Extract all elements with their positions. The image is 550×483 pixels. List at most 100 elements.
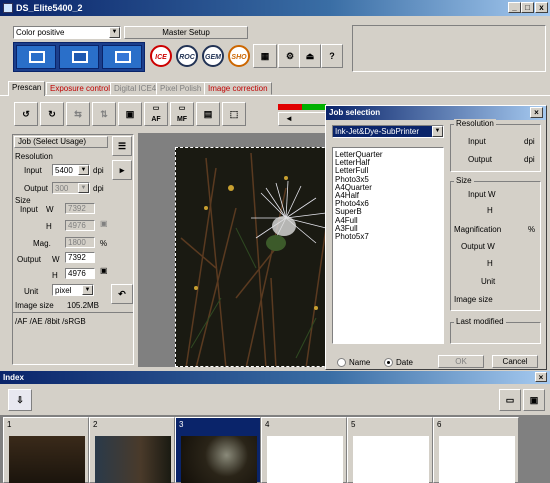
resolution-group [450, 124, 541, 172]
output-resolution-select[interactable]: 300 ▼ [52, 182, 90, 194]
dialog-input-w-label: Input W [468, 190, 496, 199]
ok-button[interactable]: OK [438, 355, 484, 368]
film-strip-icon[interactable]: ▭ [499, 389, 521, 411]
chevron-down-icon: ▼ [432, 126, 443, 137]
gem-icon: GEM [202, 45, 224, 67]
select-area-icon[interactable]: ⬚ [222, 102, 246, 126]
scan-button-group [13, 42, 145, 72]
dialog-input-h-label: H [487, 206, 493, 215]
frame-image [267, 436, 343, 483]
color-mode-select[interactable]: Color positive ▼ [13, 26, 121, 39]
tab-digital-ice4[interactable]: Digital ICE4 [110, 82, 161, 95]
fit-window-icon[interactable]: ▤ [196, 102, 220, 126]
manual-focus-button[interactable]: ▭ MF [170, 102, 194, 126]
tab-prescan[interactable]: Prescan [8, 81, 46, 96]
input-width-field[interactable]: 7392 [65, 203, 95, 214]
help-button[interactable]: ? [321, 44, 343, 68]
dialog-output-h-label: H [487, 259, 493, 268]
roc-icon: ROC [176, 45, 198, 67]
crop-icon[interactable]: ▣ [118, 102, 142, 126]
input-res-label: Input [24, 166, 42, 175]
gem-button[interactable]: GEM [200, 42, 226, 70]
minimize-button[interactable]: _ [508, 2, 521, 13]
mag-label: Mag. [33, 239, 51, 248]
frame-image [353, 436, 429, 483]
sho-button[interactable]: SHO [226, 42, 252, 70]
frame-image [9, 436, 85, 483]
job-menu-icon[interactable]: ▸ [112, 160, 132, 180]
tab-pixel-polish[interactable]: Pixel Polish [156, 82, 206, 95]
scan-status-text: /AF /AE /8bit /sRGB [15, 317, 86, 326]
input-h-label: H [46, 222, 52, 231]
flip-horizontal-icon[interactable]: ⇆ [66, 102, 90, 126]
unit-select[interactable]: pixel ▼ [52, 284, 94, 296]
dialog-output-w-label: Output W [461, 242, 495, 251]
frame-thumbnail[interactable]: 2 [89, 417, 175, 483]
master-setup-button[interactable]: Master Setup [124, 26, 248, 39]
flip-vertical-icon[interactable]: ⇅ [92, 102, 116, 126]
close-button[interactable]: x [535, 2, 548, 13]
lock-icon[interactable]: ▣ [100, 219, 108, 228]
film-holder-icon[interactable]: ▦ [253, 44, 277, 68]
preferences-icon[interactable] [343, 44, 351, 68]
sort-name-radio[interactable] [337, 358, 346, 367]
sort-date-radio[interactable] [384, 358, 393, 367]
rotate-right-icon[interactable]: ↻ [40, 102, 64, 126]
job-list[interactable]: LetterQuarter LetterHalf LetterFull Photo3x… [332, 147, 444, 344]
input-height-field[interactable]: 4976 [65, 220, 95, 231]
frame-thumbnail[interactable]: 1 [3, 417, 89, 483]
job-select-usage-button[interactable]: Job (Select Usage) [14, 136, 108, 148]
cancel-button[interactable]: Cancel [492, 355, 538, 368]
roc-button[interactable]: ROC [174, 42, 200, 70]
rotate-left-icon[interactable]: ↺ [14, 102, 38, 126]
chevron-down-icon: ▼ [82, 285, 93, 295]
preview-image[interactable] [175, 147, 350, 367]
eject-icon[interactable]: ⏏ [299, 44, 321, 68]
resolution-group-label: Resolution [454, 119, 496, 128]
autofocus-button[interactable]: ▭ AF [144, 102, 168, 126]
frame-thumbnail-selected[interactable]: 3 [175, 417, 261, 483]
svg-text:ROC: ROC [179, 54, 196, 61]
chevron-down-icon: ▼ [109, 27, 120, 38]
dialog-close-button[interactable]: × [530, 107, 543, 118]
job-list-item[interactable]: Photo5x7 [335, 232, 441, 241]
frame-thumbnail[interactable]: 4 [261, 417, 347, 483]
prev-arrow-button[interactable]: ◄ [278, 112, 326, 126]
svg-text:SHO: SHO [231, 54, 247, 61]
svg-text:GEM: GEM [205, 54, 221, 61]
output-size-label: Output [17, 255, 42, 264]
output-width-field[interactable]: 7392 [65, 252, 95, 263]
chevron-down-icon: ▼ [78, 165, 89, 175]
magnification-field[interactable]: 1800 [65, 237, 95, 248]
dialog-output-label: Output [468, 155, 493, 164]
dialog-image-size-label: Image size [454, 295, 493, 304]
thumbnail-view-icon[interactable]: ▣ [523, 389, 545, 411]
tab-exposure-control[interactable]: Exposure control [46, 82, 115, 95]
reset-icon[interactable]: ↶ [111, 284, 133, 304]
frame-thumbnail[interactable]: 5 [347, 417, 433, 483]
frame-thumbnail[interactable]: 6 [433, 417, 519, 483]
batch-scan-icon[interactable] [102, 45, 142, 69]
job-list-items: LetterQuarter LetterHalf LetterFull Photo3x… [335, 150, 441, 241]
frame-image [439, 436, 515, 483]
prescan-icon[interactable] [16, 45, 56, 69]
job-category-select[interactable]: Ink-Jet&Dye-SubPrinter ▼ [332, 125, 444, 138]
scan-icon[interactable] [59, 45, 99, 69]
job-list-icon[interactable]: ☰ [112, 136, 132, 156]
maximize-button[interactable]: □ [521, 2, 534, 13]
ice-button[interactable]: ICE [148, 42, 174, 70]
import-frames-icon[interactable]: ⇩ [8, 389, 32, 411]
dpi-label: dpi [93, 184, 104, 193]
window-title-bar: DS_Elite5400_2 _ □ x [0, 0, 550, 16]
index-close-button[interactable]: × [535, 372, 547, 382]
lock-icon[interactable]: ▣ [100, 266, 108, 275]
frame-image [95, 436, 171, 483]
flower-photo [180, 152, 347, 366]
color-balance-bar [278, 104, 326, 110]
input-resolution-select[interactable]: 5400 ▼ [52, 164, 90, 176]
last-modified-label: Last modified [454, 317, 506, 326]
dialog-input-label: Input [468, 137, 486, 146]
output-height-field[interactable]: 4976 [65, 268, 95, 279]
tab-image-correction[interactable]: Image correction [204, 82, 272, 95]
output-h-label: H [52, 271, 58, 280]
